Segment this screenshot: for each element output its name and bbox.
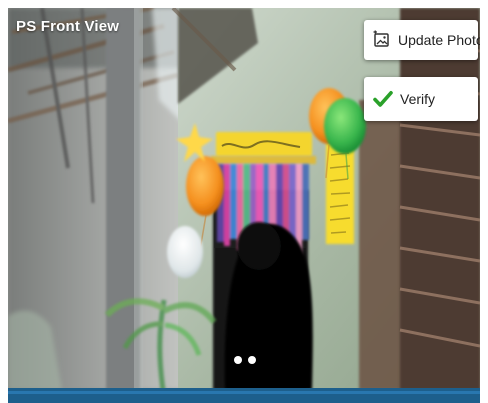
update-photo-button[interactable]: Update Photo [364,20,480,60]
page-dot [234,356,242,364]
photo-verification-screen: PS Front View Update Photo Verify [0,0,488,403]
check-icon [372,88,394,110]
photo-icon [372,30,392,50]
page-title: PS Front View [16,18,120,35]
page-dot [248,356,256,364]
update-photo-label: Update Photo [398,32,480,48]
front-view-image [8,8,480,390]
verify-label: Verify [400,91,436,107]
image-page-indicator [234,356,256,364]
bottom-bar [8,388,480,403]
verify-button[interactable]: Verify [364,77,478,121]
front-view-photo: PS Front View Update Photo Verify [8,8,480,390]
